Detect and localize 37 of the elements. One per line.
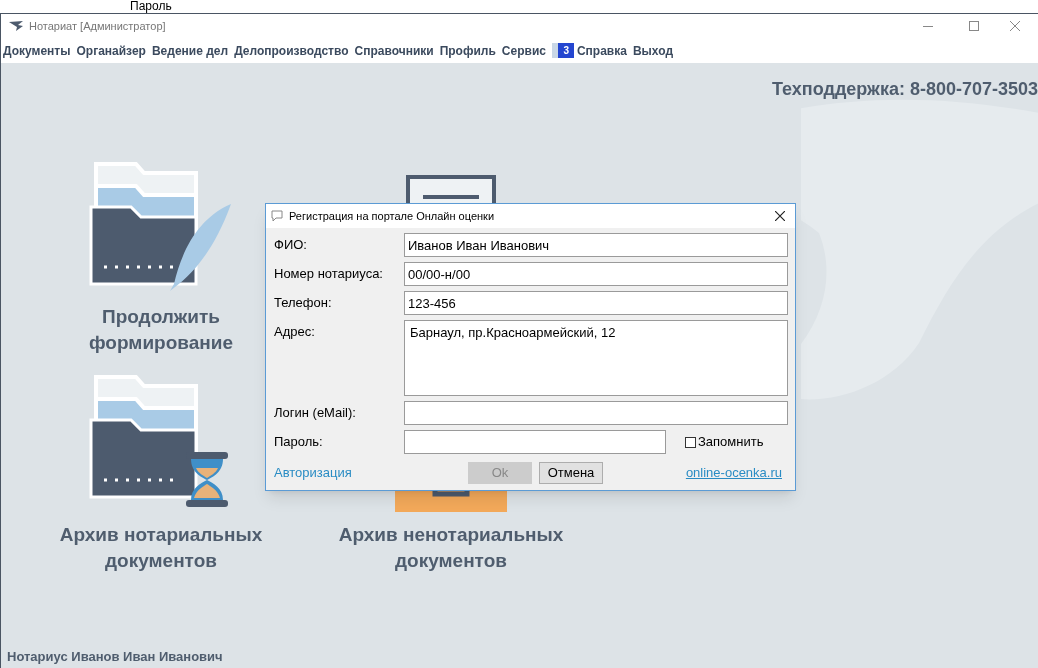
- notification-badge[interactable]: 3: [551, 43, 574, 58]
- tile-label[interactable]: Продолжить формирование: [56, 304, 266, 356]
- remember-checkbox[interactable]: Запомнить: [685, 430, 764, 454]
- tile-label[interactable]: Архив ненотариальных документов: [321, 522, 581, 574]
- chat-bubble-icon: [271, 210, 283, 222]
- maximize-icon: [969, 21, 979, 31]
- menu-item[interactable]: Документы: [3, 44, 71, 57]
- input-field[interactable]: Иванов Иван Иванович: [404, 233, 788, 257]
- menu-item[interactable]: Профиль: [439, 44, 496, 57]
- address-field[interactable]: Барнаул, пр.Красноармейский, 12: [404, 320, 788, 396]
- input-field[interactable]: [404, 430, 666, 454]
- field-label: Телефон:: [274, 294, 333, 312]
- menu-item[interactable]: Делопроизводство: [234, 44, 349, 57]
- tile-label[interactable]: Архив нотариальных документов: [56, 522, 266, 574]
- menu-item[interactable]: Справка: [576, 44, 627, 57]
- input-field[interactable]: 123-456: [404, 291, 788, 315]
- menu-item[interactable]: Ведение дел: [151, 44, 229, 57]
- menu-item[interactable]: Выход: [632, 44, 673, 57]
- dialog-button[interactable]: Отмена: [539, 462, 603, 484]
- menu-item[interactable]: Справочники: [354, 44, 434, 57]
- cropped-caption: Пароль: [130, 0, 173, 13]
- close-icon: [1010, 21, 1020, 31]
- close-icon: [775, 211, 785, 221]
- field-label: Номер нотариуса:: [274, 265, 384, 283]
- support-phone: Техподдержка: 8-800-707-3503: [772, 78, 1038, 101]
- window-title: Нотариат [Администратор]: [29, 18, 166, 34]
- menu-item[interactable]: Органайзер: [76, 44, 146, 57]
- field-label: ФИО:: [274, 236, 308, 254]
- field-label: Адрес:: [274, 323, 316, 341]
- bird-logo-icon: [9, 21, 23, 31]
- input-field[interactable]: [404, 401, 788, 425]
- field-label: Логин (eMail):: [274, 404, 357, 422]
- status-text: Нотариус Иванов Иван Иванович: [7, 647, 223, 666]
- menu-item[interactable]: Сервис: [501, 44, 546, 57]
- field-label: Пароль:: [274, 433, 324, 451]
- dialog-title: Регистрация на портале Онлайн оценки: [289, 208, 496, 224]
- input-field[interactable]: 00/00-н/00: [404, 262, 788, 286]
